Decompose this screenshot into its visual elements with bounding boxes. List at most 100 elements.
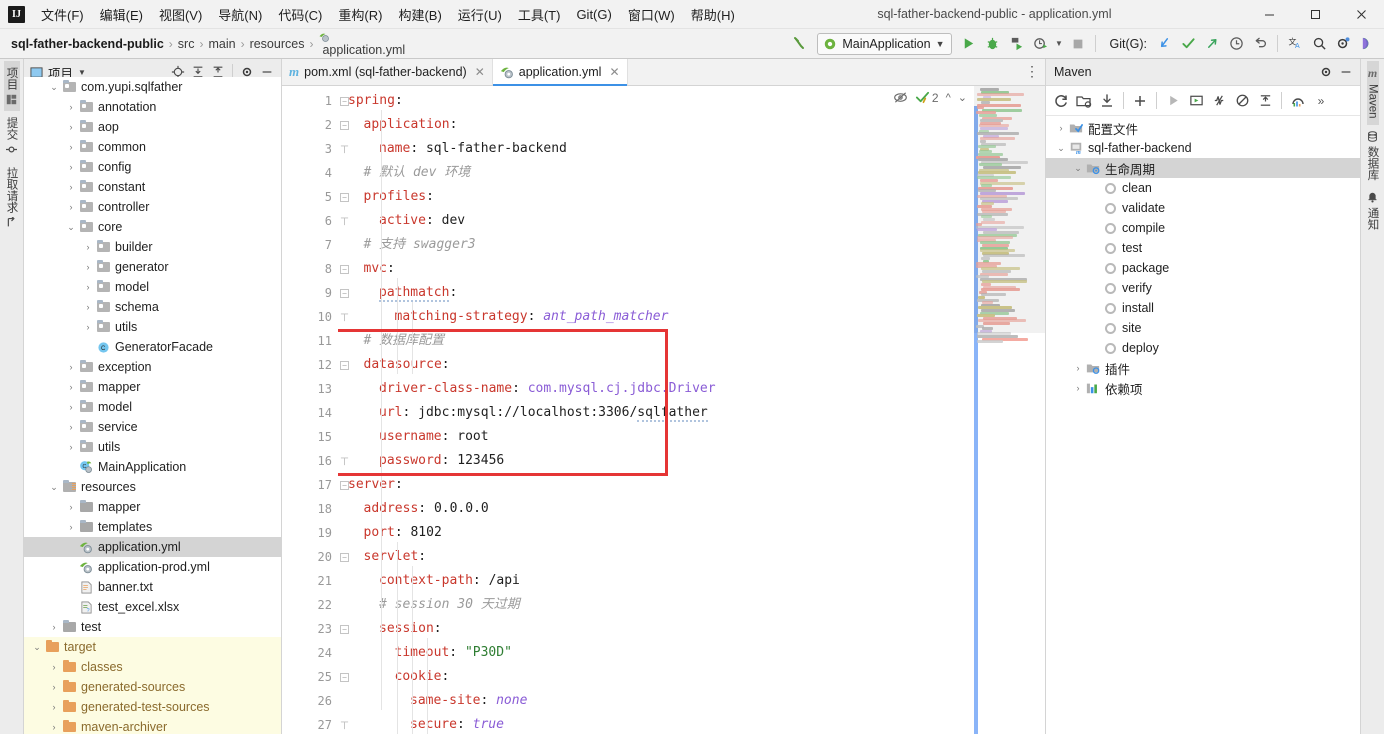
- code-minimap[interactable]: [973, 86, 1045, 734]
- tree-node-utils[interactable]: › utils: [24, 317, 281, 337]
- tree-expander-icon[interactable]: ⌄: [64, 222, 78, 232]
- gutter-line-18[interactable]: 18: [282, 497, 338, 521]
- ai-assistant-icon[interactable]: [1356, 33, 1378, 55]
- gutter-line-13[interactable]: 13: [282, 377, 338, 401]
- menu-refactor[interactable]: 重构(R): [330, 1, 390, 28]
- tree-node-resources[interactable]: ⌄ resources: [24, 477, 281, 497]
- tree-expander-icon[interactable]: ›: [64, 202, 78, 212]
- tree-expander-icon[interactable]: ›: [47, 622, 61, 632]
- code-line-27[interactable]: secure: true: [338, 713, 973, 734]
- maven-node-verify[interactable]: verify: [1046, 278, 1360, 298]
- tree-node-schema[interactable]: › schema: [24, 297, 281, 317]
- git-update-icon[interactable]: [1153, 33, 1175, 55]
- tree-node-constant[interactable]: › constant: [24, 177, 281, 197]
- tree-expander-icon[interactable]: ›: [64, 142, 78, 152]
- left-strip-item-commit-icon[interactable]: 提交: [4, 111, 20, 161]
- right-strip-item-notifications-icon[interactable]: 通知: [1365, 186, 1381, 236]
- tree-expander-icon[interactable]: ›: [64, 122, 78, 132]
- maven-tree[interactable]: › 配置文件 ⌄ m sql-father-backend ⌄ 生命周期 clean valid…: [1046, 116, 1360, 734]
- project-tree[interactable]: ⌄ com.yupi.sqlfather › annotation › aop › commo…: [24, 77, 281, 734]
- gutter-line-21[interactable]: 21: [282, 569, 338, 593]
- tree-expander-icon[interactable]: ›: [81, 282, 95, 292]
- code-line-14[interactable]: url: jdbc:mysql://localhost:3306/sqlfath…: [338, 401, 973, 425]
- code-line-12[interactable]: datasource:: [338, 353, 973, 377]
- maven-show-diagram-icon[interactable]: [1287, 90, 1309, 112]
- maven-node-site[interactable]: site: [1046, 318, 1360, 338]
- tree-node-common[interactable]: › common: [24, 137, 281, 157]
- tree-expander-icon[interactable]: ›: [64, 502, 78, 512]
- profiler-button[interactable]: [1030, 33, 1052, 55]
- run-button[interactable]: [958, 33, 980, 55]
- tree-node-banner-txt[interactable]: banner.txt: [24, 577, 281, 597]
- tree-expander-icon[interactable]: ›: [47, 662, 61, 672]
- tree-expander-icon[interactable]: ›: [81, 262, 95, 272]
- git-commit-icon[interactable]: [1177, 33, 1199, 55]
- maven-collapse-all-icon[interactable]: [1254, 90, 1276, 112]
- menu-code[interactable]: 代码(C): [270, 1, 330, 28]
- maven-skip-tests-icon[interactable]: [1231, 90, 1253, 112]
- tree-expander-icon[interactable]: ›: [64, 102, 78, 112]
- reader-mode-icon[interactable]: [893, 90, 908, 105]
- tree-expander-icon[interactable]: ›: [47, 702, 61, 712]
- menu-help[interactable]: 帮助(H): [683, 1, 743, 28]
- gutter-line-12[interactable]: 12−: [282, 353, 349, 377]
- gutter-line-5[interactable]: 5−: [282, 185, 349, 209]
- maximize-button[interactable]: [1292, 0, 1338, 29]
- maven-node-test[interactable]: test: [1046, 238, 1360, 258]
- tree-expander-icon[interactable]: ›: [64, 362, 78, 372]
- right-strip-item-maven-icon[interactable]: m Maven: [1366, 61, 1379, 125]
- tree-expander-icon[interactable]: ›: [1071, 383, 1085, 393]
- code-line-8[interactable]: mvc:: [338, 257, 973, 281]
- tree-node-mainapplication[interactable]: C MainApplication: [24, 457, 281, 477]
- maven-node-install[interactable]: install: [1046, 298, 1360, 318]
- editor-tab-active[interactable]: application.yml ✕: [492, 59, 628, 86]
- tree-node-aop[interactable]: › aop: [24, 117, 281, 137]
- tree-node-application-prod-yml[interactable]: application-prod.yml: [24, 557, 281, 577]
- close-tab-icon[interactable]: ✕: [475, 65, 485, 79]
- left-strip-item-project-icon[interactable]: 项目: [3, 61, 20, 111]
- maven-node---[interactable]: › 插件: [1046, 358, 1360, 378]
- next-problem-icon[interactable]: ⌄: [958, 91, 967, 104]
- code-line-23[interactable]: session:: [338, 617, 973, 641]
- breadcrumb-item-2[interactable]: main: [205, 35, 238, 53]
- git-push-icon[interactable]: [1201, 33, 1223, 55]
- translate-icon[interactable]: 文A: [1284, 33, 1306, 55]
- gutter-line-15[interactable]: 15: [282, 425, 338, 449]
- tree-node-test-excel-xlsx[interactable]: ? test_excel.xlsx: [24, 597, 281, 617]
- tree-node-core[interactable]: ⌄ core: [24, 217, 281, 237]
- breadcrumb-item-3[interactable]: resources: [247, 35, 308, 53]
- tree-node-builder[interactable]: › builder: [24, 237, 281, 257]
- right-strip-item-database-icon[interactable]: 数据库: [1365, 125, 1381, 187]
- gutter-line-2[interactable]: 2−: [282, 113, 349, 137]
- gutter-line-11[interactable]: 11: [282, 329, 338, 353]
- code-line-15[interactable]: username: root: [338, 425, 973, 449]
- tree-expander-icon[interactable]: ⌄: [1054, 143, 1068, 153]
- gutter-line-26[interactable]: 26: [282, 689, 338, 713]
- menu-view[interactable]: 视图(V): [151, 1, 210, 28]
- maven-add-icon[interactable]: [1129, 90, 1151, 112]
- code-line-11[interactable]: # 数据库配置: [338, 329, 973, 353]
- build-hammer-icon[interactable]: [789, 33, 811, 55]
- tree-expander-icon[interactable]: ›: [64, 182, 78, 192]
- tree-expander-icon[interactable]: ⌄: [1071, 163, 1085, 173]
- maven-run-icon[interactable]: [1162, 90, 1184, 112]
- maven-reload-icon[interactable]: [1050, 90, 1072, 112]
- tree-expander-icon[interactable]: ›: [81, 302, 95, 312]
- tree-node-generator[interactable]: › generator: [24, 257, 281, 277]
- tree-node-generated-sources[interactable]: › generated-sources: [24, 677, 281, 697]
- tree-node-application-yml[interactable]: application.yml: [24, 537, 281, 557]
- gutter-line-8[interactable]: 8−: [282, 257, 349, 281]
- tree-node-generated-test-sources[interactable]: › generated-test-sources: [24, 697, 281, 717]
- tree-node-classes[interactable]: › classes: [24, 657, 281, 677]
- maven-more-icon[interactable]: »: [1310, 90, 1332, 112]
- menu-build[interactable]: 构建(B): [390, 1, 449, 28]
- maven-node-package[interactable]: package: [1046, 258, 1360, 278]
- maven-toggle-offline-icon[interactable]: [1208, 90, 1230, 112]
- tree-node-generatorfacade[interactable]: C GeneratorFacade: [24, 337, 281, 357]
- gutter-line-24[interactable]: 24: [282, 641, 338, 665]
- tree-node-controller[interactable]: › controller: [24, 197, 281, 217]
- gutter-line-20[interactable]: 20−: [282, 545, 349, 569]
- gutter-line-23[interactable]: 23−: [282, 617, 349, 641]
- left-strip-item-pull-request-icon[interactable]: 拉取请求: [4, 161, 20, 234]
- tree-expander-icon[interactable]: ›: [47, 682, 61, 692]
